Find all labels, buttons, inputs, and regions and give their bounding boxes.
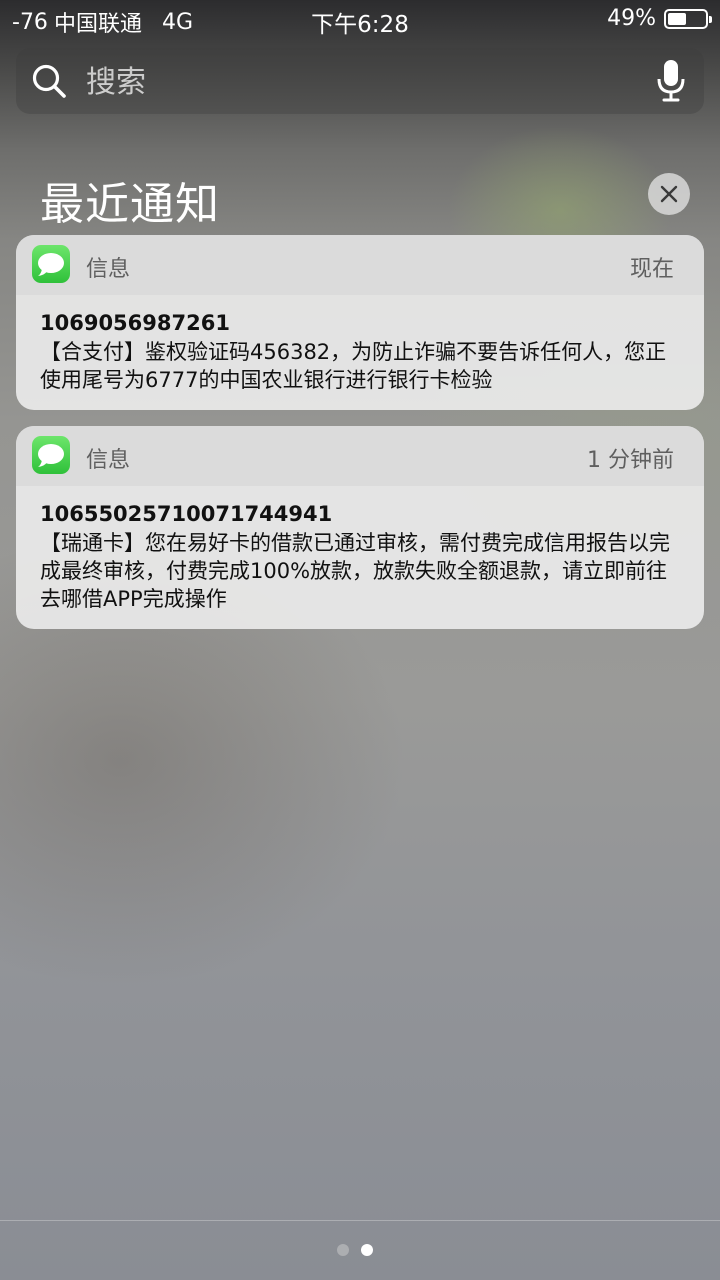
notification-message: 【瑞通卡】您在易好卡的借款已通过审核，需付费完成信用报告以完成最终审核，付费完成…	[40, 531, 670, 611]
speech-bubble-icon	[38, 253, 64, 276]
messages-app-icon	[32, 245, 70, 283]
section-title: 最近通知	[40, 179, 220, 230]
messages-app-icon	[32, 436, 70, 474]
microphone-icon[interactable]	[654, 58, 688, 104]
page-dot[interactable]	[337, 1244, 349, 1256]
notification-body: 10655025710071744941 【瑞通卡】您在易好卡的借款已通过审核，…	[16, 486, 704, 629]
bottom-divider	[0, 1220, 720, 1221]
speech-bubble-icon	[38, 444, 64, 467]
search-bar[interactable]	[16, 48, 704, 114]
notification-app-name: 信息	[86, 448, 131, 473]
battery-tip	[709, 15, 712, 23]
notification-sender: 10655025710071744941	[40, 502, 333, 526]
notification-header: 信息 现在	[16, 235, 704, 295]
search-input[interactable]	[84, 58, 648, 106]
page-dot-active[interactable]	[361, 1244, 373, 1256]
page-indicator[interactable]	[337, 1244, 373, 1256]
close-icon	[660, 185, 678, 203]
notification-header: 信息 1 分钟前	[16, 426, 704, 486]
clear-notifications-button[interactable]	[648, 173, 690, 215]
notification-time: 1 分钟前	[587, 448, 674, 473]
notification-body: 1069056987261 【合支付】鉴权验证码456382，为防止诈骗不要告诉…	[16, 295, 704, 410]
notification-card[interactable]: 信息 1 分钟前 10655025710071744941 【瑞通卡】您在易好卡…	[16, 426, 704, 629]
search-icon	[32, 64, 66, 98]
notification-message: 【合支付】鉴权验证码456382，为防止诈骗不要告诉任何人，您正使用尾号为677…	[40, 340, 667, 392]
notification-app-name: 信息	[86, 257, 131, 282]
battery-fill	[668, 12, 686, 25]
battery-percentage: 49%	[607, 6, 656, 31]
notification-sender: 1069056987261	[40, 311, 230, 335]
status-right: 49%	[607, 6, 712, 31]
battery-icon	[664, 8, 712, 29]
notification-card[interactable]: 信息 现在 1069056987261 【合支付】鉴权验证码456382，为防止…	[16, 235, 704, 410]
status-bar: -76 中国联通 4G 下午6:28 49%	[0, 0, 720, 40]
notification-time: 现在	[629, 257, 674, 282]
